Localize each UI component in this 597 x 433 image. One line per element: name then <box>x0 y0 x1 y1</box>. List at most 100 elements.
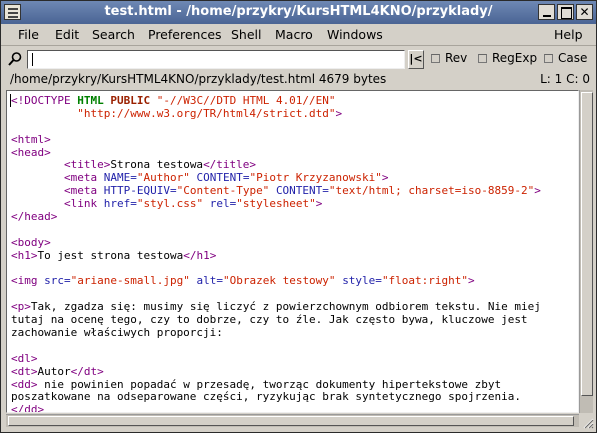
code-token: </head> <box>11 210 58 224</box>
horizontal-scrollbar-thumb[interactable] <box>8 416 574 426</box>
code-line[interactable] <box>11 121 578 134</box>
code-token: <body> <box>11 235 51 249</box>
code-token: HTML <box>77 94 104 107</box>
code-token: <html> <box>11 132 51 146</box>
case-checkbox-label: Case <box>558 51 588 65</box>
code-line[interactable]: "http://www.w3.org/TR/html4/strict.dtd"> <box>11 106 578 121</box>
code-token: tutaj na ocenę tego, czy to dobrze, czy … <box>11 313 528 327</box>
code-token: "Author" <box>136 171 190 185</box>
code-token: </dt> <box>70 364 104 378</box>
menu-shell[interactable]: Shell <box>231 27 262 42</box>
vertical-scrollbar-thumb[interactable] <box>581 92 593 396</box>
case-checkbox-box[interactable] <box>544 54 553 63</box>
code-token: HTTP-EQUIV= <box>103 184 177 198</box>
source-code[interactable]: <!DOCTYPE HTML PUBLIC "-//W3C//DTD HTML … <box>7 91 578 413</box>
code-token: <p> <box>11 300 31 314</box>
code-line[interactable] <box>11 340 578 353</box>
regexp-checkbox-box[interactable] <box>478 54 487 63</box>
menu-search[interactable]: Search <box>92 27 135 42</box>
menu-edit[interactable]: Edit <box>55 27 79 42</box>
code-token: zachowanie właściwych proporcji: <box>11 326 223 340</box>
menu-macro[interactable]: Macro <box>275 27 313 42</box>
code-token: "Obrazek testowy" <box>222 274 336 288</box>
status-line: /home/przykry/KursHTML4KNO/przyklady/tes… <box>1 71 596 89</box>
cursor-position: L: 1 C: 0 <box>540 72 590 86</box>
menu-windows[interactable]: Windows <box>327 27 383 42</box>
code-token: PUBLIC <box>110 94 151 107</box>
horizontal-scrollbar[interactable] <box>6 414 579 427</box>
maximize-icon[interactable] <box>557 4 574 20</box>
code-token: <img <box>11 274 45 288</box>
code-token: > <box>381 171 389 185</box>
code-token: poszatkowane na odseparowane części, ryz… <box>11 390 521 404</box>
close-icon[interactable]: ✕ <box>576 4 593 20</box>
code-line[interactable]: zachowanie właściwych proporcji: <box>11 326 578 340</box>
file-path-status: /home/przykry/KursHTML4KNO/przyklady/tes… <box>10 72 387 86</box>
rev-checkbox-label: Rev <box>445 51 468 65</box>
code-token: NAME= <box>103 171 137 185</box>
code-line[interactable]: <html> <box>11 132 578 147</box>
code-token: rel= <box>209 197 237 211</box>
regexp-checkbox[interactable]: RegExp <box>478 51 537 65</box>
search-input[interactable] <box>27 50 405 69</box>
code-token: < <box>10 94 18 107</box>
code-token: "http://www.w3.org/TR/html4/strict.dtd" <box>77 106 336 120</box>
search-icon[interactable] <box>7 51 23 67</box>
code-line[interactable]: poszatkowane na odseparowane części, ryz… <box>11 391 578 404</box>
code-token: "ariane-small.jpg" <box>70 274 190 288</box>
vertical-scrollbar[interactable] <box>579 90 593 413</box>
code-line[interactable]: <img src="ariane-small.jpg" alt="Obrazek… <box>11 275 578 288</box>
code-token: Strona testowa <box>110 158 204 172</box>
text-caret <box>32 53 33 66</box>
rev-checkbox-box[interactable] <box>431 54 440 63</box>
rev-checkbox[interactable]: Rev <box>431 51 467 65</box>
title-bar[interactable]: test.html - /home/przykry/KursHTML4KNO/p… <box>1 1 596 24</box>
code-token: </title> <box>203 158 257 172</box>
code-token: </h1> <box>183 248 217 262</box>
resize-grip-icon[interactable] <box>581 416 594 429</box>
incremental-search-bar: |< Rev RegExp Case <box>1 47 596 71</box>
code-token: href= <box>103 197 137 211</box>
code-token: "-//W3C//DTD HTML 4.01//EN" <box>156 94 336 107</box>
code-token: </dd> <box>11 403 45 413</box>
code-token: src= <box>44 274 71 288</box>
code-line[interactable]: <link href="styl.css" rel="stylesheet"> <box>11 197 578 211</box>
code-token: <meta <box>63 171 104 185</box>
code-token: Tak, zgadza się: musimy się liczyć z pow… <box>30 300 541 314</box>
code-token: "Content-Type" <box>176 184 270 198</box>
code-token: > <box>534 184 541 198</box>
code-token: "styl.css" <box>136 197 204 211</box>
code-line[interactable]: </dd> <box>11 403 578 413</box>
code-token: CONTENT= <box>275 184 329 198</box>
code-token: !DOCTYPE <box>17 94 78 107</box>
editor-window: test.html - /home/przykry/KursHTML4KNO/p… <box>0 0 597 433</box>
code-token: <dt> <box>11 364 38 378</box>
search-backward-button[interactable]: |< <box>408 50 424 69</box>
code-token: alt= <box>196 274 223 288</box>
code-token: nie powinien popadać w przesadę, tworząc… <box>37 377 502 391</box>
code-token: <link <box>63 197 104 211</box>
code-line[interactable] <box>11 224 578 237</box>
code-token: "Piotr Krzyzanowski" <box>249 171 382 185</box>
code-token: "text/html; charset=iso-8859-2" <box>328 184 535 198</box>
menu-help[interactable]: Help <box>554 27 583 42</box>
code-token: <dl> <box>11 351 38 365</box>
menu-file[interactable]: File <box>18 27 39 42</box>
minimize-icon[interactable] <box>538 4 555 20</box>
code-line[interactable]: <h1>To jest strona testowa</h1> <box>11 248 578 263</box>
code-token: CONTENT= <box>196 171 250 185</box>
regexp-checkbox-label: RegExp <box>492 51 538 65</box>
code-line[interactable]: </head> <box>11 210 578 224</box>
code-token: <h1> <box>11 248 38 262</box>
text-editor-area[interactable]: <!DOCTYPE HTML PUBLIC "-//W3C//DTD HTML … <box>6 90 579 413</box>
code-token: > <box>468 274 475 288</box>
menu-preferences[interactable]: Preferences <box>148 27 222 42</box>
case-checkbox[interactable]: Case <box>544 51 587 65</box>
code-token: <title> <box>63 158 111 172</box>
